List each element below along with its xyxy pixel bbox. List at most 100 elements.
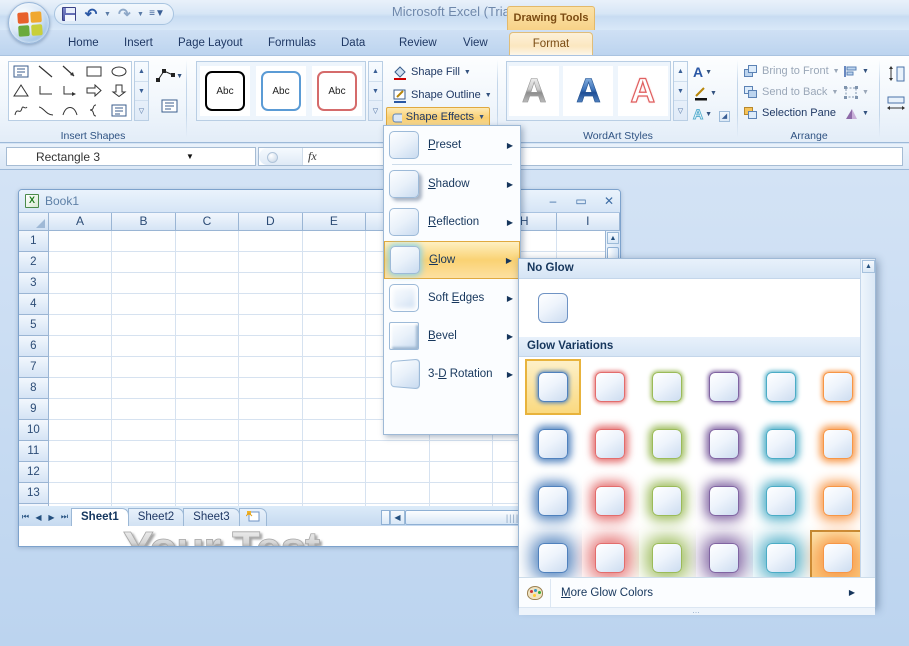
formula-bar-grip[interactable]	[259, 148, 303, 165]
no-glow-option[interactable]	[525, 280, 581, 336]
column-header-e[interactable]: E	[303, 213, 367, 230]
cell-B1[interactable]	[112, 231, 176, 252]
cell-B3[interactable]	[112, 273, 176, 294]
undo-dropdown-arrow[interactable]: ▼	[103, 11, 112, 18]
shape-oval-icon[interactable]	[107, 62, 131, 81]
gallery-more-icon[interactable]: ▽	[135, 101, 148, 120]
gallery-scroll-down-icon[interactable]: ▼	[674, 82, 687, 102]
shape-elbow-connector-icon[interactable]	[33, 81, 57, 100]
cell-B11[interactable]	[112, 441, 176, 462]
cell-G11[interactable]	[429, 441, 494, 462]
shape-textbox-icon[interactable]	[9, 62, 33, 81]
cell-A10[interactable]	[48, 420, 113, 441]
cell-C5[interactable]	[175, 315, 240, 336]
more-glow-colors-item[interactable]: More Glow Colors ▶	[519, 577, 875, 607]
cell-C7[interactable]	[175, 357, 240, 378]
cell-F11[interactable]	[366, 441, 430, 462]
cell-A6[interactable]	[48, 336, 113, 357]
cell-C12[interactable]	[175, 462, 240, 483]
edit-shape-caret-icon[interactable]: ▼	[176, 73, 183, 80]
menu-item-glow[interactable]: Glow ▶	[384, 241, 520, 279]
tab-home[interactable]: Home	[58, 32, 109, 55]
select-all-corner[interactable]	[19, 213, 49, 230]
rotate-button[interactable]: ▼	[844, 103, 869, 123]
shape-style-preset-2[interactable]: Abc	[256, 66, 306, 116]
shape-line-icon[interactable]	[33, 62, 57, 81]
shape-style-preset-1[interactable]: Abc	[200, 66, 250, 116]
row-header-11[interactable]: 11	[19, 441, 49, 462]
cell-B4[interactable]	[112, 294, 176, 315]
customize-qat-button[interactable]: ≡▼	[147, 5, 167, 23]
cell-C3[interactable]	[175, 273, 240, 294]
menu-item-shadow[interactable]: Shadow ▶	[384, 165, 520, 203]
cell-B10[interactable]	[112, 420, 176, 441]
cell-E6[interactable]	[302, 336, 367, 357]
cell-B7[interactable]	[112, 357, 176, 378]
chevron-down-icon[interactable]: ▼	[862, 110, 869, 117]
glow-variation-2[interactable]	[639, 359, 695, 415]
row-header-9[interactable]: 9	[19, 399, 49, 420]
cell-F12[interactable]	[366, 462, 430, 483]
column-header-d[interactable]: D	[239, 213, 303, 230]
cell-E8[interactable]	[302, 378, 367, 399]
cell-C13[interactable]	[175, 483, 240, 504]
row-header-6[interactable]: 6	[19, 336, 49, 357]
menu-item-bevel[interactable]: Bevel ▶	[384, 317, 520, 355]
redo-dropdown-arrow[interactable]: ▼	[136, 11, 145, 18]
edit-shape-button[interactable]: ▼	[155, 63, 183, 89]
column-header-c[interactable]: C	[176, 213, 240, 230]
glow-variation-9[interactable]	[696, 416, 752, 472]
workbook-close-button[interactable]: ✕	[598, 192, 620, 210]
cell-D10[interactable]	[239, 420, 303, 441]
tab-page-layout[interactable]: Page Layout	[168, 32, 253, 55]
cell-D7[interactable]	[239, 357, 303, 378]
shape-brace-icon[interactable]	[82, 101, 106, 120]
cell-A11[interactable]	[48, 441, 113, 462]
wordart-preset-2[interactable]: A	[563, 66, 614, 116]
cell-A2[interactable]	[48, 252, 113, 273]
cell-D2[interactable]	[239, 252, 303, 273]
wordart-preset-3[interactable]: A	[617, 66, 668, 116]
menu-resize-grip[interactable]: …	[519, 607, 875, 615]
office-button[interactable]	[8, 2, 50, 44]
formula-input[interactable]: fx	[258, 147, 903, 166]
row-header-3[interactable]: 3	[19, 273, 49, 294]
cell-G13[interactable]	[429, 483, 494, 504]
chevron-down-icon[interactable]: ▼	[862, 89, 869, 96]
cell-A8[interactable]	[48, 378, 113, 399]
row-header-13[interactable]: 13	[19, 483, 49, 504]
row-header-2[interactable]: 2	[19, 252, 49, 273]
bring-to-front-button[interactable]: Bring to Front ▼	[744, 61, 840, 81]
menu-item-reflection[interactable]: Reflection ▶	[384, 203, 520, 241]
cell-D4[interactable]	[239, 294, 303, 315]
cell-B13[interactable]	[112, 483, 176, 504]
cell-E2[interactable]	[302, 252, 367, 273]
gallery-scroll-up-icon[interactable]: ▲	[674, 62, 687, 82]
cell-A5[interactable]	[48, 315, 113, 336]
shape-effects-button[interactable]: Shape Effects ▼	[386, 107, 490, 127]
redo-button[interactable]: ↶	[114, 5, 134, 23]
gallery-scroll-up-icon[interactable]: ▲	[135, 62, 148, 82]
scroll-up-icon[interactable]: ▲	[862, 260, 875, 273]
cell-C2[interactable]	[175, 252, 240, 273]
row-header-10[interactable]: 10	[19, 420, 49, 441]
cell-C9[interactable]	[175, 399, 240, 420]
menu-item-soft-edges[interactable]: Soft Edges ▶	[384, 279, 520, 317]
row-header-7[interactable]: 7	[19, 357, 49, 378]
row-header-12[interactable]: 12	[19, 462, 49, 483]
glow-variation-13[interactable]	[582, 473, 638, 529]
row-header-5[interactable]: 5	[19, 315, 49, 336]
shape-width-button[interactable]	[882, 91, 909, 117]
chevron-down-icon[interactable]: ▼	[478, 114, 485, 121]
gallery-more-icon[interactable]: ▽	[369, 101, 382, 120]
row-header-1[interactable]: 1	[19, 231, 49, 252]
cell-D3[interactable]	[239, 273, 303, 294]
name-box[interactable]: Rectangle 3 ▼	[6, 147, 256, 166]
chevron-down-icon[interactable]: ▼	[464, 69, 471, 76]
scroll-up-icon[interactable]: ▲	[607, 232, 619, 244]
tab-review[interactable]: Review	[389, 32, 447, 55]
cell-D8[interactable]	[239, 378, 303, 399]
glow-variation-14[interactable]	[639, 473, 695, 529]
shapes-gallery-scrollbar[interactable]: ▲ ▼ ▽	[134, 61, 149, 121]
glow-variation-17[interactable]	[810, 473, 866, 529]
